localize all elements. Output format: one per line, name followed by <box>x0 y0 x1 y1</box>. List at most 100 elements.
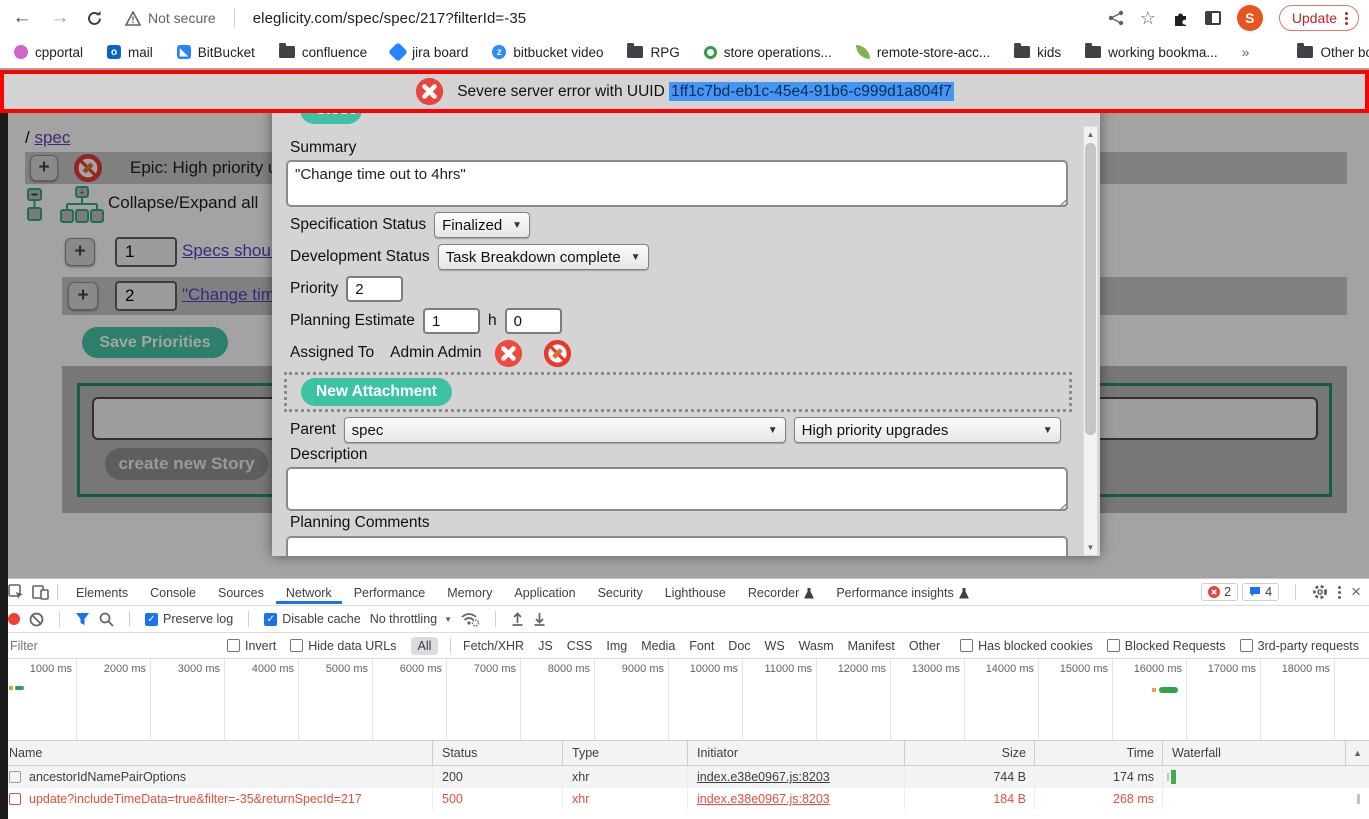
site-security-chip[interactable]: Not secure <box>125 10 216 26</box>
disable-cache-checkbox[interactable]: ✓ Disable cache <box>264 612 361 626</box>
search-icon[interactable] <box>99 612 114 627</box>
tab-lighthouse[interactable]: Lighthouse <box>655 581 736 604</box>
throttling-select[interactable]: No throttling ▼ <box>370 612 452 626</box>
scroll-up-icon[interactable]: ▲ <box>1084 127 1097 142</box>
record-icon[interactable] <box>8 613 20 625</box>
tab-performance-insights[interactable]: Performance insights <box>826 581 978 604</box>
extensions-icon[interactable] <box>1172 10 1189 27</box>
filter-funnel-icon[interactable] <box>75 612 90 626</box>
new-attachment-button[interactable]: New Attachment <box>301 378 452 406</box>
console-messages-badge[interactable]: 4 <box>1242 583 1279 601</box>
address-bar[interactable]: eleglicity.com/spec/spec/217?filterId=-3… <box>253 10 527 27</box>
update-button[interactable]: Update <box>1279 5 1359 31</box>
edit-assignee-disabled-icon[interactable] <box>543 339 572 368</box>
filter-type-ws[interactable]: WS <box>765 639 785 653</box>
blocked-requests-checkbox[interactable]: Blocked Requests <box>1107 639 1226 653</box>
bookmark-item[interactable]: omail <box>107 45 153 60</box>
column-header-initiator[interactable]: Initiator <box>688 741 905 765</box>
bookmark-star-icon[interactable]: ☆ <box>1140 8 1156 29</box>
filter-type-wasm[interactable]: Wasm <box>799 639 834 653</box>
table-row[interactable]: update?includeTimeData=true&filter=-35&r… <box>0 788 1369 810</box>
bookmark-item[interactable]: store operations... <box>704 45 832 60</box>
bookmark-item[interactable]: confluence <box>279 45 367 60</box>
share-icon[interactable] <box>1108 10 1124 26</box>
request-name[interactable]: ancestorIdNamePairOptions <box>29 770 186 784</box>
parent-item-select[interactable]: High priority upgrades▼ <box>794 417 1061 443</box>
filter-type-other[interactable]: Other <box>909 639 940 653</box>
tab-console[interactable]: Console <box>140 581 206 604</box>
modal-scrollbar[interactable]: ▲ ▼ <box>1083 126 1098 556</box>
clear-icon[interactable] <box>29 612 44 627</box>
back-icon[interactable]: ← <box>10 7 34 29</box>
side-panel-icon[interactable] <box>1205 11 1221 25</box>
column-header-size[interactable]: Size <box>905 741 1035 765</box>
tab-recorder[interactable]: Recorder <box>738 581 824 604</box>
tab-memory[interactable]: Memory <box>437 581 502 604</box>
scroll-down-icon[interactable]: ▼ <box>1084 540 1097 555</box>
planning-comments-textarea[interactable] <box>286 536 1068 556</box>
filter-input[interactable] <box>10 639 213 653</box>
dev-status-select[interactable]: Task Breakdown complete▼ <box>438 244 649 270</box>
summary-textarea[interactable]: "Change time out to 4hrs" <box>286 160 1068 207</box>
sort-ascending-icon[interactable]: ▲ <box>1346 748 1369 758</box>
request-initiator-link[interactable]: index.e38e0967.js:8203 <box>697 770 830 784</box>
devtools-close-icon[interactable]: × <box>1351 582 1361 602</box>
parent-type-select[interactable]: spec▼ <box>344 417 786 443</box>
bookmark-item[interactable]: RPG <box>627 45 679 60</box>
priority-input[interactable] <box>346 276 403 302</box>
column-header-type[interactable]: Type <box>563 741 688 765</box>
filter-type-js[interactable]: JS <box>538 639 553 653</box>
invert-checkbox[interactable]: Invert <box>227 639 276 653</box>
reload-icon[interactable] <box>86 10 103 27</box>
estimate-minutes-input[interactable] <box>505 308 562 334</box>
hide-data-urls-checkbox[interactable]: Hide data URLs <box>290 639 396 653</box>
description-textarea[interactable] <box>286 467 1068 511</box>
filter-type-doc[interactable]: Doc <box>728 639 750 653</box>
column-header-status[interactable]: Status <box>433 741 563 765</box>
filter-type-all[interactable]: All <box>411 637 439 655</box>
request-name[interactable]: update?includeTimeData=true&filter=-35&r… <box>29 792 362 806</box>
network-conditions-icon[interactable] <box>461 612 480 627</box>
bookmark-item[interactable]: remote-store-acc... <box>856 45 990 60</box>
bookmark-item[interactable]: jira board <box>391 45 468 60</box>
tab-sources[interactable]: Sources <box>208 581 274 604</box>
filter-type-font[interactable]: Font <box>689 639 714 653</box>
other-bookmarks[interactable]: Other bookmarks <box>1297 45 1369 60</box>
tab-elements[interactable]: Elements <box>66 581 138 604</box>
filter-type-fetch-xhr[interactable]: Fetch/XHR <box>463 639 524 653</box>
import-har-icon[interactable] <box>511 612 524 626</box>
remove-assignee-icon[interactable] <box>494 339 523 368</box>
console-errors-badge[interactable]: 2 <box>1201 583 1238 601</box>
menu-dots-icon[interactable] <box>1345 12 1348 25</box>
filter-type-manifest[interactable]: Manifest <box>848 639 895 653</box>
settings-gear-icon[interactable] <box>1312 584 1328 600</box>
spec-status-select[interactable]: Finalized▼ <box>434 212 530 238</box>
network-overview-timeline[interactable]: 1000 ms 2000 ms 3000 ms 4000 ms 5000 ms … <box>0 659 1369 741</box>
export-har-icon[interactable] <box>533 612 546 626</box>
bookmarks-overflow-chevron[interactable]: » <box>1242 44 1250 60</box>
request-initiator-link[interactable]: index.e38e0967.js:8203 <box>697 792 830 806</box>
filter-type-css[interactable]: CSS <box>567 639 593 653</box>
scrollbar-thumb[interactable] <box>1085 143 1096 435</box>
tab-network[interactable]: Network <box>276 581 342 604</box>
tab-application[interactable]: Application <box>504 581 585 604</box>
tab-security[interactable]: Security <box>588 581 653 604</box>
bookmark-item[interactable]: ◣BitBucket <box>177 45 255 60</box>
column-header-time[interactable]: Time <box>1035 741 1163 765</box>
bookmark-item[interactable]: cpportal <box>14 45 83 60</box>
filter-type-img[interactable]: Img <box>606 639 627 653</box>
forward-icon[interactable]: → <box>48 7 72 29</box>
devtools-menu-icon[interactable] <box>1338 586 1341 599</box>
table-row[interactable]: ancestorIdNamePairOptions 200 xhr index.… <box>0 766 1369 788</box>
column-header-name[interactable]: Name <box>0 741 433 765</box>
bookmark-item[interactable]: zbitbucket video <box>492 45 603 60</box>
tab-performance[interactable]: Performance <box>344 581 436 604</box>
profile-avatar[interactable]: S <box>1237 5 1263 31</box>
bookmark-item[interactable]: working bookma... <box>1085 45 1218 60</box>
estimate-hours-input[interactable] <box>423 308 480 334</box>
device-toolbar-icon[interactable] <box>32 584 49 600</box>
column-header-waterfall[interactable]: Waterfall ▲ <box>1163 741 1369 765</box>
inspect-element-icon[interactable] <box>8 584 24 600</box>
bookmark-item[interactable]: kids <box>1014 45 1061 60</box>
preserve-log-checkbox[interactable]: ✓ Preserve log <box>145 612 233 626</box>
